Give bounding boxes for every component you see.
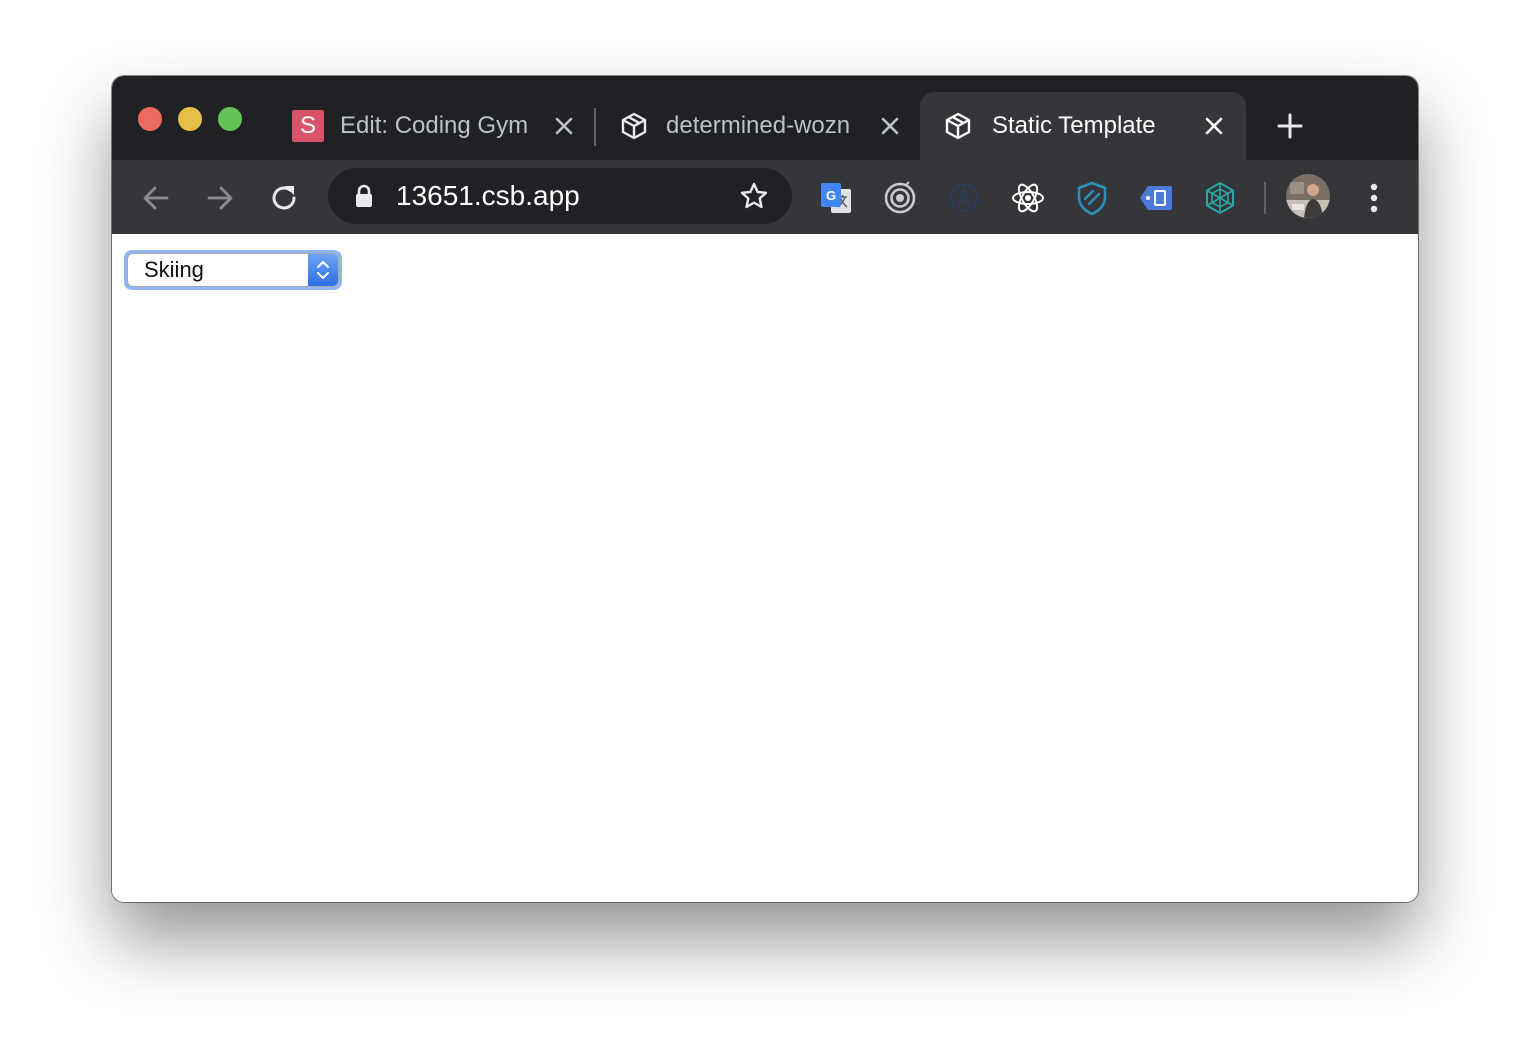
target-icon[interactable] [882,180,918,216]
arrow-right-icon [207,186,233,210]
profile-avatar[interactable] [1286,174,1330,218]
codesandbox-cube-icon [618,110,650,142]
bookmark-star-icon[interactable] [738,180,770,212]
sandbox-s-letter: S [292,110,324,142]
toolbar-separator [1264,182,1266,214]
more-menu-icon[interactable] [1360,180,1388,216]
google-translate-icon[interactable]: G [818,180,854,216]
tab-determined-wozn[interactable]: determined-wozn [608,92,908,160]
close-icon[interactable] [1202,114,1226,138]
web-icon[interactable] [1202,180,1238,216]
page-content: Skiing [112,234,1418,902]
react-devtools-icon[interactable] [1010,180,1046,216]
window-minimize-button[interactable] [178,107,202,131]
forward-button[interactable] [202,180,238,216]
select-field[interactable]: Skiing [127,253,339,287]
reload-button[interactable] [266,180,302,216]
tab-static-template[interactable]: Static Template [920,92,1246,160]
chevron-updown-icon[interactable] [308,254,338,286]
tab-title: determined-wozn [666,112,851,139]
close-icon[interactable] [878,114,902,138]
select-value: Skiing [144,257,204,282]
back-button[interactable] [138,180,174,216]
new-tab-button[interactable] [1274,110,1306,142]
svg-text:G: G [826,188,836,203]
sandbox-s-icon: S [292,110,324,142]
close-icon[interactable] [552,114,576,138]
arrow-left-icon [143,186,169,210]
tab-separator [594,108,596,146]
sport-select[interactable]: Skiing [124,250,342,290]
browser-toolbar: 13651.csb.app G [112,160,1418,234]
lock-icon[interactable] [352,184,376,208]
reload-icon [272,186,296,210]
url-text[interactable]: 13651.csb.app [396,180,580,212]
tab-edit-coding-gym[interactable]: S Edit: Coding Gym [282,92,582,160]
window-close-button[interactable] [138,107,162,131]
browser-window: S Edit: Coding Gym determined-wozn Stati… [112,76,1418,902]
tag-icon[interactable] [1138,180,1174,216]
tab-strip: S Edit: Coding Gym determined-wozn Stati… [112,76,1418,160]
tab-title: Edit: Coding Gym [340,112,529,139]
tab-title: Static Template [992,112,1156,139]
window-maximize-button[interactable] [218,107,242,131]
shield-icon[interactable] [1074,180,1110,216]
address-bar[interactable]: 13651.csb.app [328,168,792,224]
codesandbox-cube-icon [942,110,974,142]
angular-devtools-icon[interactable] [946,180,982,216]
